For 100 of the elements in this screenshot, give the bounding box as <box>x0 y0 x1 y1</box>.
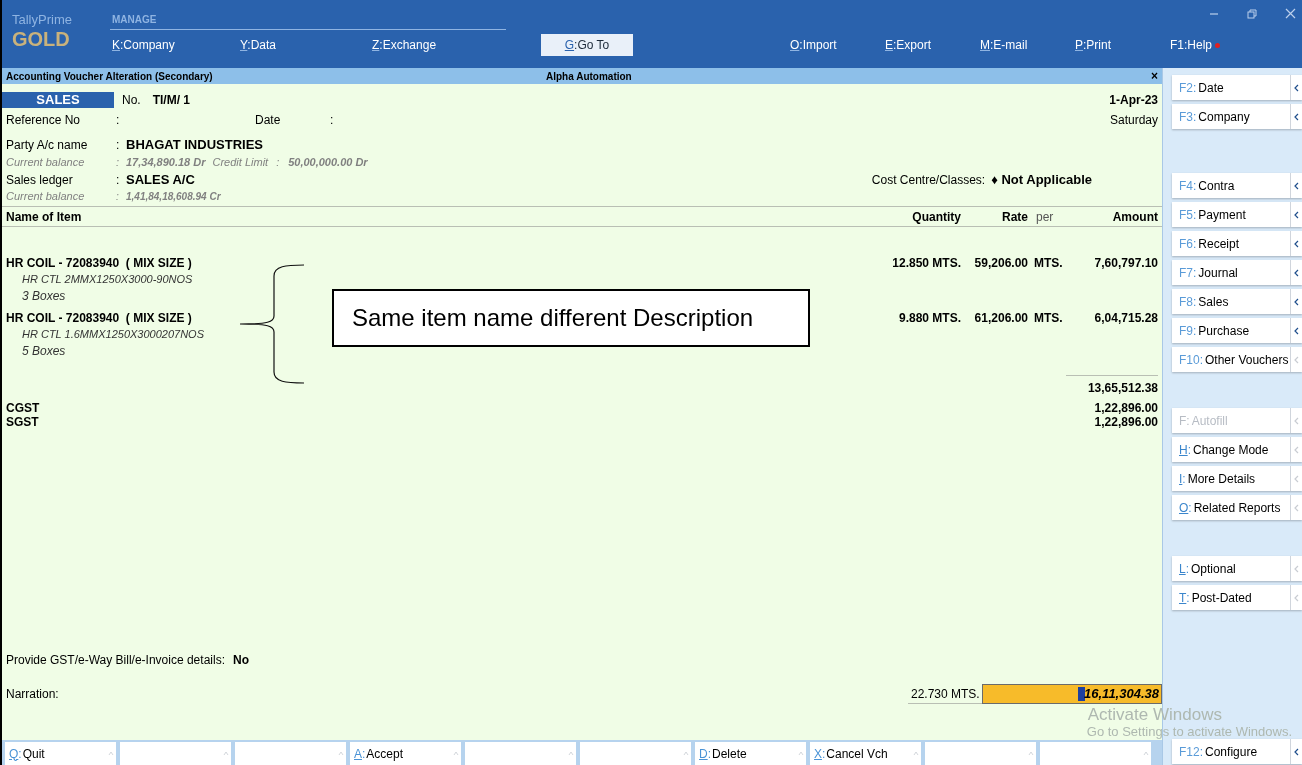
ledger-row-name: CGST <box>6 400 41 417</box>
field-value: ♦ Not Applicable <box>991 171 1092 190</box>
column-header: Amount <box>1111 208 1158 226</box>
field-label: Current balance <box>6 155 86 171</box>
sidebar-button[interactable]: F7: Journal <box>1172 260 1302 285</box>
menu-section-label: MANAGE <box>110 12 506 30</box>
narration-label: Narration: <box>6 686 60 703</box>
chevron-icon <box>1294 326 1299 335</box>
voucher-number: TI/M/ 1 <box>152 92 191 108</box>
field-separator: : <box>330 112 334 129</box>
caret-icon <box>798 751 804 756</box>
menu-item[interactable]: O:Import <box>788 36 839 54</box>
chevron-icon <box>1294 593 1299 602</box>
chevron-icon <box>1294 564 1299 573</box>
annotation-callout: Same item name different Description <box>332 289 810 347</box>
column-header: Rate <box>1001 208 1028 226</box>
field-separator: : <box>276 155 281 171</box>
help-menu-item[interactable]: F1:Help <box>1170 36 1221 54</box>
sidebar-button[interactable]: F5: Payment <box>1172 202 1302 227</box>
menu-item[interactable]: Y:Data <box>238 36 279 54</box>
column-header: Quantity <box>911 208 961 226</box>
sidebar-button[interactable]: O: Related Reports <box>1172 495 1302 520</box>
bottom-bar-button[interactable]: Q:Quit <box>5 742 116 765</box>
caret-icon <box>1028 751 1034 756</box>
blank-button[interactable] <box>925 742 1036 765</box>
column-header: per <box>1035 208 1055 226</box>
caret-icon <box>223 751 229 756</box>
chevron-icon <box>1294 210 1299 219</box>
column-header: Name of Item <box>6 208 83 226</box>
chevron-icon <box>1294 747 1299 756</box>
sidebar-button[interactable]: I: More Details <box>1172 466 1302 491</box>
blank-button[interactable] <box>465 742 576 765</box>
item-quantity: 12.850 MTS. <box>891 254 961 272</box>
screen-title: Accounting Voucher Alteration (Secondary) <box>6 69 214 84</box>
menu-item[interactable]: E:Export <box>883 36 934 54</box>
sidebar-button[interactable]: F8: Sales <box>1172 289 1302 314</box>
item-description: HR CTL 1.6MMX1250X3000207NOS <box>21 327 205 342</box>
close-button[interactable]: × <box>1151 70 1158 82</box>
item-packing: 5 Boxes <box>21 343 67 360</box>
blank-button[interactable] <box>1040 742 1151 765</box>
close-icon[interactable] <box>1285 8 1296 19</box>
item-amount: 6,04,715.28 <box>1093 309 1158 327</box>
chevron-icon <box>1294 181 1299 190</box>
day-name: Saturday <box>1109 112 1158 129</box>
bottom-bar-button[interactable]: D:Delete <box>695 742 806 765</box>
caret-icon <box>568 751 574 756</box>
party-name: BHAGAT INDUSTRIES <box>126 135 263 154</box>
sidebar-button[interactable]: F4: Contra <box>1172 173 1302 198</box>
sidebar-button[interactable]: F6: Receipt <box>1172 231 1302 256</box>
sidebar-button[interactable]: F2: Date <box>1172 75 1302 100</box>
activation-notice-title: Activate Windows <box>1086 706 1223 724</box>
menu-item[interactable]: K:Company <box>110 36 177 54</box>
sidebar-button[interactable]: L: Optional <box>1172 556 1302 581</box>
item-quantity: 9.880 MTS. <box>897 309 961 327</box>
field-separator: : <box>116 155 121 171</box>
sidebar-button[interactable]: F10: Other Vouchers <box>1172 347 1302 372</box>
caret-icon <box>453 751 459 756</box>
item-packing: 3 Boxes <box>21 288 67 305</box>
restore-icon[interactable] <box>1247 8 1257 19</box>
text-cursor <box>1078 687 1085 701</box>
party-balance: 17,34,890.18 Dr <box>126 155 206 171</box>
item-rate: 59,206.00 <box>973 254 1028 272</box>
go-to-button[interactable]: G:Go To <box>541 34 633 56</box>
sidebar-button[interactable]: T: Post-Dated <box>1172 585 1302 610</box>
menu-item[interactable]: M:E-mail <box>978 36 1030 54</box>
chevron-icon <box>1294 445 1299 454</box>
brand-name: TallyPrime <box>12 12 73 28</box>
bottom-bar-button[interactable]: A:Accept <box>350 742 461 765</box>
sidebar-button[interactable]: F9: Purchase <box>1172 318 1302 343</box>
field-value: No <box>232 652 249 669</box>
field-separator: : <box>116 189 120 204</box>
field-separator: : <box>116 137 121 154</box>
field-label: Provide GST/e-Way Bill/e-Invoice details: <box>6 652 225 669</box>
ledger-row-amount: 1,22,896.00 <box>1094 400 1158 417</box>
blank-button[interactable] <box>120 742 231 765</box>
chevron-icon <box>1294 503 1299 512</box>
item-name: HR COIL - 72083940 ( MIX SIZE ) <box>6 254 192 272</box>
item-amount: 7,60,797.10 <box>1093 254 1158 272</box>
chevron-icon <box>1294 83 1299 92</box>
caret-icon <box>683 751 689 756</box>
field-label: Credit Limit <box>212 155 269 171</box>
menu-item[interactable]: Z:Exchange <box>370 36 439 54</box>
ledger-balance: 1,41,84,18,608.94 Cr <box>126 189 221 204</box>
bottom-bar-button[interactable]: X:Cancel Vch <box>810 742 921 765</box>
blank-button[interactable] <box>580 742 691 765</box>
field-label: Sales ledger <box>6 172 74 189</box>
sidebar-button[interactable]: H: Change Mode <box>1172 437 1302 462</box>
chevron-icon <box>1294 112 1299 121</box>
chevron-icon <box>1294 297 1299 306</box>
sidebar-button[interactable]: F12: Configure <box>1172 739 1302 764</box>
blank-button[interactable] <box>235 742 346 765</box>
caret-icon <box>338 751 344 756</box>
sidebar-button[interactable]: F3: Company <box>1172 104 1302 129</box>
company-name: Alpha Automation <box>546 69 633 84</box>
field-label: Cost Centre/Classes: <box>871 172 986 189</box>
field-label: Reference No <box>6 112 82 129</box>
ledger-row-name: SGST <box>6 414 40 431</box>
chevron-icon <box>1294 474 1299 483</box>
ledger-row-amount: 1,22,896.00 <box>1094 414 1158 431</box>
menu-item[interactable]: P:Print <box>1073 36 1114 54</box>
